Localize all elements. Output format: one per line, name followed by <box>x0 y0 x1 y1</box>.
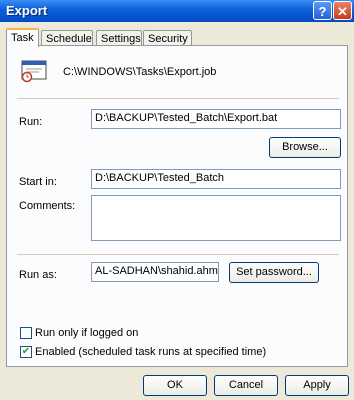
comments-field[interactable] <box>91 195 341 241</box>
title-bar[interactable]: Export ? ✕ <box>0 0 354 22</box>
run-only-logged-on-label: Run only if logged on <box>35 327 139 339</box>
tab-settings[interactable]: Settings <box>96 30 142 46</box>
cancel-button[interactable]: Cancel <box>214 375 278 396</box>
set-password-button[interactable]: Set password... <box>229 262 319 283</box>
task-panel: C:\WINDOWS\Tasks\Export.job Run: D:\BACK… <box>6 45 348 367</box>
scheduled-task-icon <box>21 60 47 83</box>
apply-button[interactable]: Apply <box>285 375 349 396</box>
close-button[interactable]: ✕ <box>333 1 352 20</box>
help-button[interactable]: ? <box>313 1 332 20</box>
run-field[interactable]: D:\BACKUP\Tested_Batch\Export.bat <box>91 109 341 129</box>
window-title: Export <box>6 3 48 18</box>
run-only-logged-on-checkbox[interactable] <box>20 327 32 339</box>
start-in-label: Start in: <box>19 176 57 188</box>
run-as-field[interactable]: AL-SADHAN\shahid.ahmed <box>91 262 219 282</box>
job-path: C:\WINDOWS\Tasks\Export.job <box>63 66 217 78</box>
tab-security[interactable]: Security <box>143 30 192 46</box>
start-in-field[interactable]: D:\BACKUP\Tested_Batch <box>91 169 341 189</box>
comments-label: Comments: <box>19 200 76 212</box>
divider <box>17 98 339 99</box>
enabled-checkbox[interactable]: ✔ <box>20 346 32 358</box>
run-label: Run: <box>19 116 43 128</box>
tab-schedule[interactable]: Schedule <box>41 30 93 46</box>
browse-button[interactable]: Browse... <box>269 137 341 158</box>
tab-task[interactable]: Task <box>6 28 39 47</box>
ok-button[interactable]: OK <box>143 375 207 396</box>
enabled-label: Enabled (scheduled task runs at specifie… <box>35 346 267 358</box>
run-as-label: Run as: <box>19 269 57 281</box>
divider <box>17 254 339 255</box>
